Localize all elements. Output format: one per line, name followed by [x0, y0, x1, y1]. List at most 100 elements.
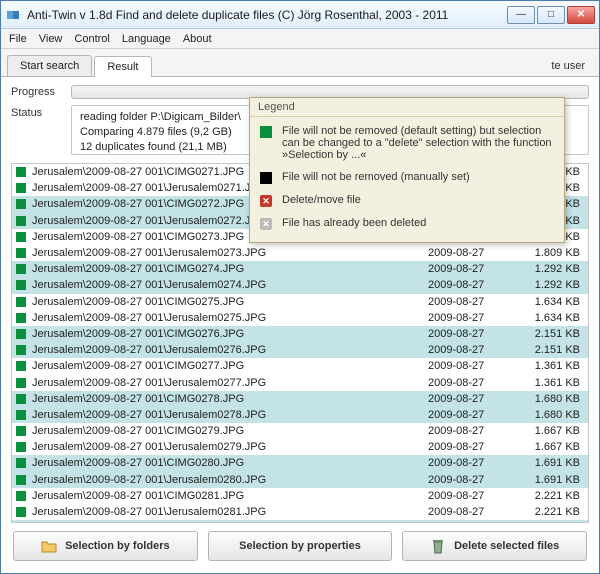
button-label: Delete selected files [454, 540, 559, 552]
file-date: 2009-08-27 [422, 441, 512, 453]
file-name: Jerusalem\2009-08-27 001\CIMG0274.JPG [32, 263, 422, 275]
file-date: 2009-08-27 [422, 296, 512, 308]
file-name: Jerusalem\2009-08-27 001\Jerusalem0275.J… [32, 312, 422, 324]
legend-text: File will not be removed (manually set) [282, 171, 470, 183]
menubar: File View Control Language About [1, 29, 599, 49]
table-row[interactable]: Jerusalem\2009-08-27 001\Jerusalem0279.J… [12, 439, 588, 455]
window-title: Anti-Twin v 1.8d Find and delete duplica… [27, 8, 507, 22]
square-green-icon [260, 126, 272, 138]
file-name: Jerusalem\2009-08-27 001\Jerusalem0273.J… [32, 247, 422, 259]
status-square-icon[interactable] [16, 313, 26, 323]
menu-file[interactable]: File [9, 33, 27, 45]
table-row[interactable]: Jerusalem\2009-08-27 001\Jerusalem0280.J… [12, 472, 588, 488]
square-black-icon [260, 172, 272, 184]
table-row[interactable]: Jerusalem\2009-08-27 001\CIMG0281.JPG200… [12, 488, 588, 504]
table-row[interactable]: Jerusalem\2009-08-27 001\CIMG0276.JPG200… [12, 326, 588, 342]
status-square-icon[interactable] [16, 199, 26, 209]
file-name: Jerusalem\2009-08-27 001\CIMG0278.JPG [32, 393, 422, 405]
legend-text: File has already been deleted [282, 217, 426, 229]
folder-icon [41, 538, 57, 554]
legend-text: File will not be removed (default settin… [282, 125, 554, 161]
status-square-icon[interactable] [16, 458, 26, 468]
table-row[interactable]: Jerusalem\2009-08-27 001\Jerusalem0277.J… [12, 374, 588, 390]
file-name: Jerusalem\2009-08-27 001\CIMG0275.JPG [32, 296, 422, 308]
menu-view[interactable]: View [39, 33, 63, 45]
table-row[interactable]: Jerusalem\2009-08-27 001\CIMG0278.JPG200… [12, 391, 588, 407]
file-name: Jerusalem\2009-08-27 001\CIMG0279.JPG [32, 425, 422, 437]
delete-selected-files-button[interactable]: Delete selected files [402, 531, 587, 561]
status-square-icon[interactable] [16, 216, 26, 226]
status-square-icon[interactable] [16, 167, 26, 177]
table-row[interactable]: Jerusalem\2009-08-27 001\Jerusalem0278.J… [12, 407, 588, 423]
menu-language[interactable]: Language [122, 33, 171, 45]
file-size: 1.361 KB [512, 377, 582, 389]
legend-item-manual: File will not be removed (manually set) [260, 171, 554, 184]
file-size: 1.361 KB [512, 360, 582, 372]
menu-about[interactable]: About [183, 33, 212, 45]
status-square-icon[interactable] [16, 394, 26, 404]
table-row[interactable]: Jerusalem\2009-08-27 001\CIMG0279.JPG200… [12, 423, 588, 439]
table-row[interactable]: Jerusalem\2009-08-27 001\Jerusalem0281.J… [12, 504, 588, 520]
table-row[interactable]: Jerusalem\2009-08-27 001\CIMG0277.JPG200… [12, 358, 588, 374]
status-square-icon[interactable] [16, 378, 26, 388]
status-square-icon[interactable] [16, 280, 26, 290]
file-date: 2009-08-27 [422, 312, 512, 324]
status-square-icon[interactable] [16, 426, 26, 436]
status-square-icon[interactable] [16, 183, 26, 193]
status-square-icon[interactable] [16, 297, 26, 307]
file-size: 1.634 KB [512, 312, 582, 324]
file-name: Jerusalem\2009-08-27 001\CIMG0276.JPG [32, 328, 422, 340]
status-square-icon[interactable] [16, 345, 26, 355]
file-date: 2009-08-27 [422, 247, 512, 259]
trash-icon [430, 538, 446, 554]
file-date: 2009-08-27 [422, 490, 512, 502]
table-row[interactable]: Jerusalem\2009-08-27 001\Jerusalem0275.J… [12, 310, 588, 326]
table-row[interactable]: Jerusalem\2009-08-27 001\Jerusalem0274.J… [12, 277, 588, 293]
status-square-icon[interactable] [16, 248, 26, 258]
selection-by-properties-button[interactable]: Selection by properties [208, 531, 393, 561]
tab-start-search[interactable]: Start search [7, 55, 92, 76]
table-row[interactable]: Jerusalem\2009-08-27 001\CIMG0275.JPG200… [12, 294, 588, 310]
status-square-icon[interactable] [16, 232, 26, 242]
selection-by-folders-button[interactable]: Selection by folders [13, 531, 198, 561]
table-row[interactable]: Jerusalem\2009-08-27 001\Jerusalem0273.J… [12, 245, 588, 261]
tab-right-fragment: te user [543, 56, 593, 76]
legend-popup: Legend File will not be removed (default… [249, 97, 565, 243]
file-size: 1.667 KB [512, 425, 582, 437]
status-square-icon[interactable] [16, 475, 26, 485]
file-date: 2009-08-27 [422, 360, 512, 372]
status-square-icon[interactable] [16, 264, 26, 274]
status-square-icon[interactable] [16, 491, 26, 501]
table-row[interactable]: Jerusalem\2009-08-27 001\CIMG0280.JPG200… [12, 455, 588, 471]
maximize-button[interactable]: □ [537, 6, 565, 24]
file-name: Jerusalem\2009-08-27 001\CIMG0277.JPG [32, 360, 422, 372]
table-row[interactable]: Jerusalem\2009-08-27 001\Jerusalem0276.J… [12, 342, 588, 358]
file-name: Jerusalem\2009-08-27 001\Jerusalem0274.J… [32, 279, 422, 291]
file-size: 1.691 KB [512, 457, 582, 469]
file-date: 2009-08-27 [422, 474, 512, 486]
status-square-icon[interactable] [16, 329, 26, 339]
table-row[interactable]: Jerusalem\2009-08-27 001\CIMG0274.JPG200… [12, 261, 588, 277]
close-button[interactable]: ✕ [567, 6, 595, 24]
file-size: 1.667 KB [512, 441, 582, 453]
tabbar: Start search Result te user [1, 49, 599, 76]
minimize-button[interactable]: — [507, 6, 535, 24]
legend-item-default: File will not be removed (default settin… [260, 125, 554, 161]
status-square-icon[interactable] [16, 507, 26, 517]
legend-text: Delete/move file [282, 194, 361, 206]
tab-result[interactable]: Result [94, 56, 151, 77]
legend-item-deleted: ✕ File has already been deleted [260, 217, 554, 230]
menu-control[interactable]: Control [74, 33, 109, 45]
status-square-icon[interactable] [16, 442, 26, 452]
file-name: Jerusalem\2009-08-27 001\Jerusalem0277.J… [32, 377, 422, 389]
file-date: 2009-08-27 [422, 263, 512, 275]
file-size: 1.680 KB [512, 409, 582, 421]
file-date: 2009-08-27 [422, 393, 512, 405]
square-grey-icon: ✕ [260, 218, 272, 230]
file-name: Jerusalem\2009-08-27 001\Jerusalem0279.J… [32, 441, 422, 453]
file-name: Jerusalem\2009-08-27 001\CIMG0280.JPG [32, 457, 422, 469]
file-size: 1.809 KB [512, 247, 582, 259]
status-square-icon[interactable] [16, 410, 26, 420]
file-date: 2009-08-27 [422, 377, 512, 389]
status-square-icon[interactable] [16, 361, 26, 371]
